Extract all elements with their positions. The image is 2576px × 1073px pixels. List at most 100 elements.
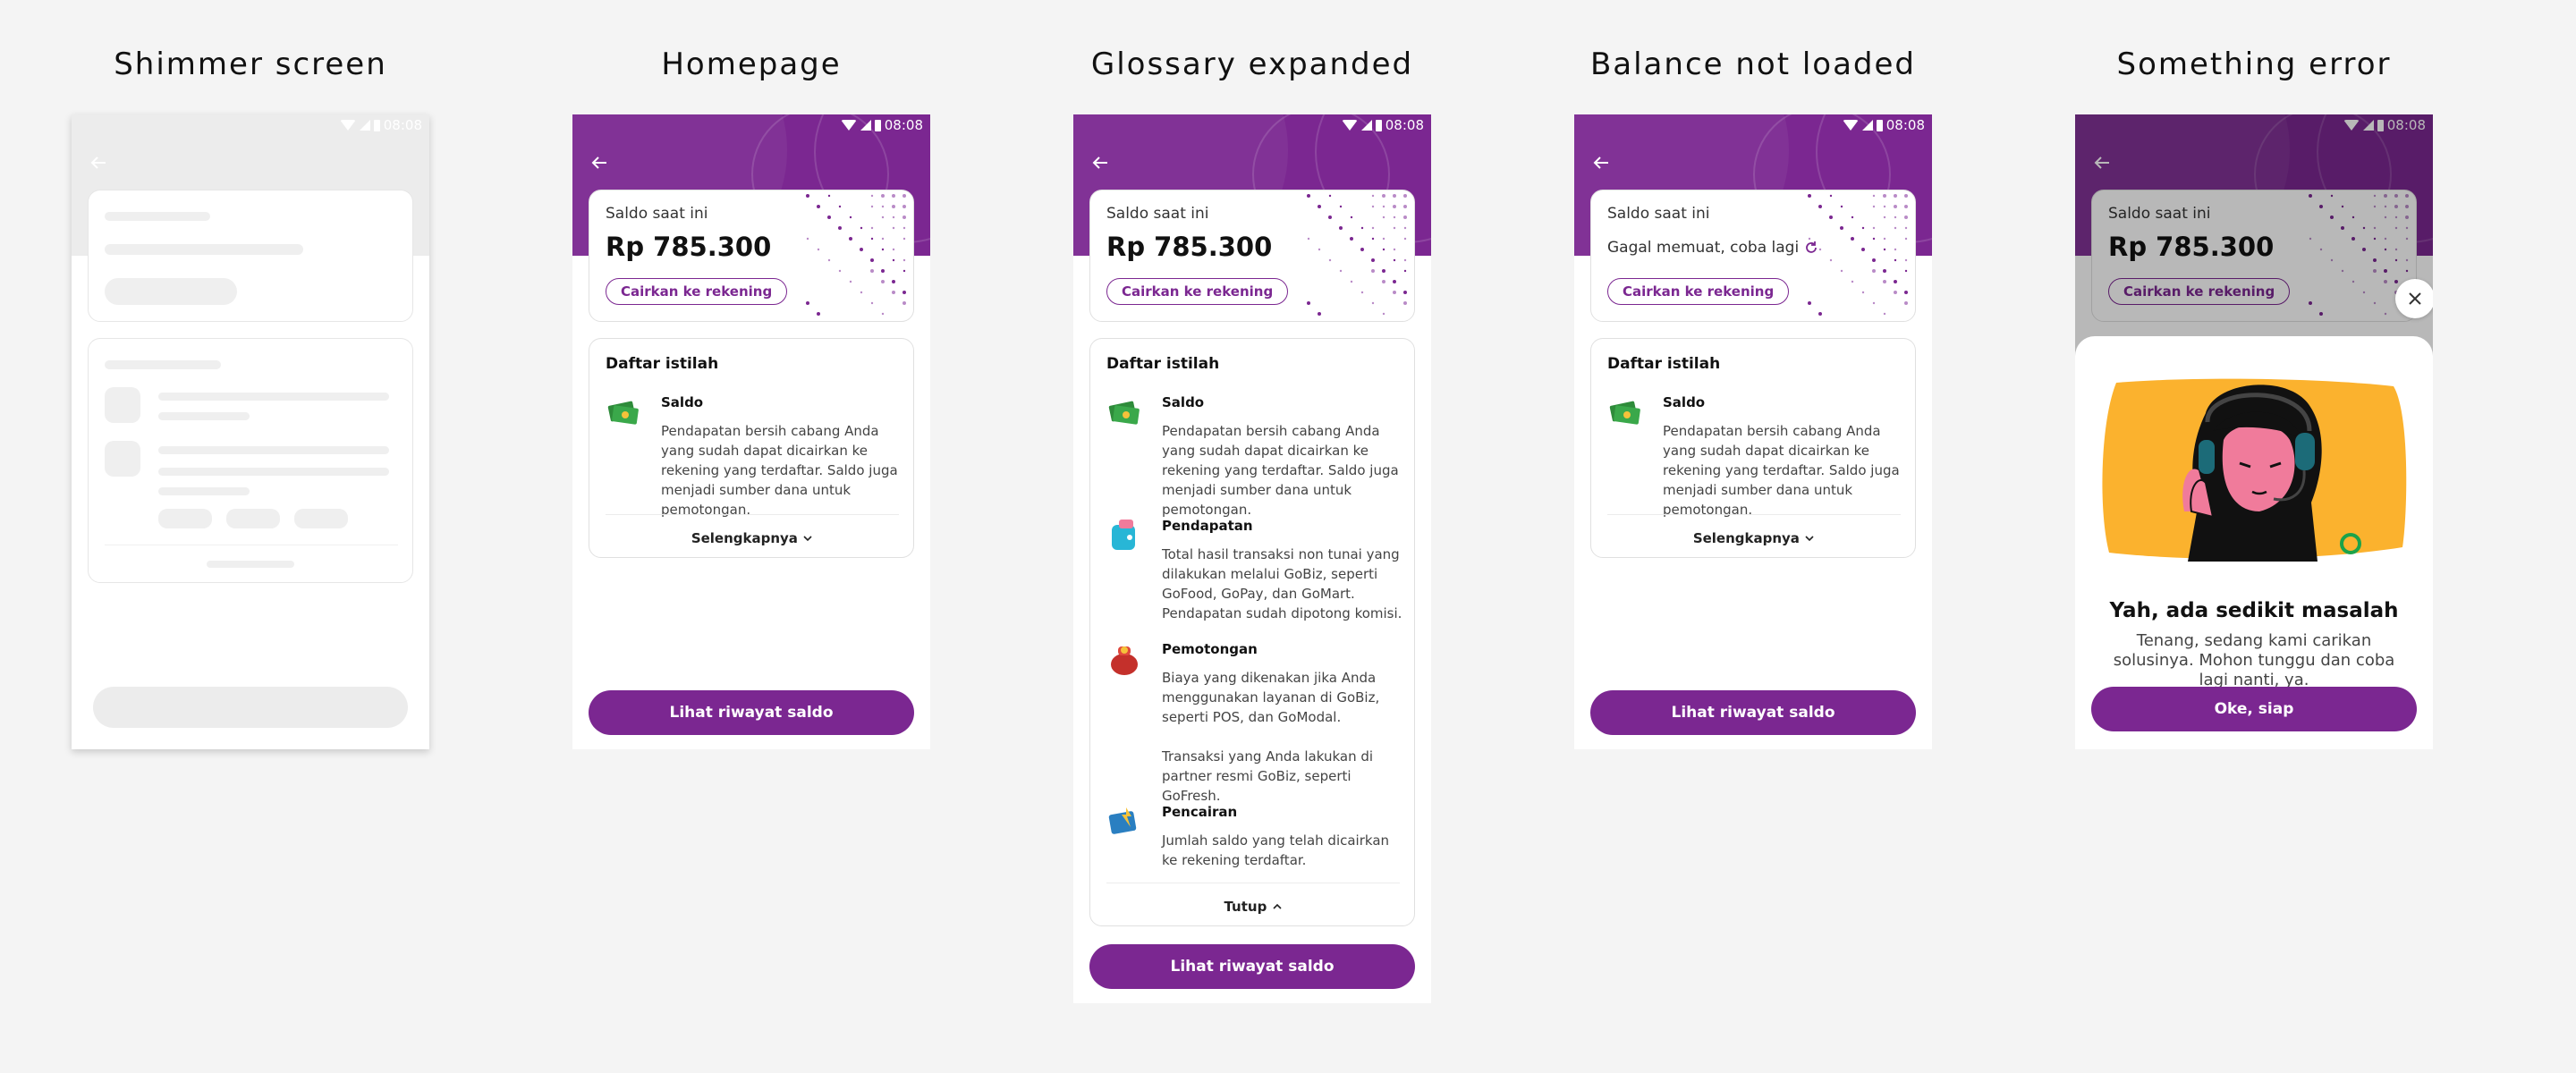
balance-history-button[interactable]: Lihat riwayat saldo xyxy=(1089,944,1415,989)
decor-dot xyxy=(817,205,820,208)
decor-dot xyxy=(1904,205,1908,208)
screen-title-homepage: Homepage xyxy=(661,46,842,82)
money-icon xyxy=(1609,401,1640,425)
divider xyxy=(1607,514,1901,515)
decor-dot xyxy=(849,215,852,219)
wifi-icon xyxy=(1842,120,1859,131)
screen-title-glossary: Glossary expanded xyxy=(1090,46,1414,82)
decor-dot xyxy=(1371,205,1375,208)
decor-dot xyxy=(870,226,874,230)
decor-dot xyxy=(1904,301,1908,305)
decor-dot xyxy=(1818,248,1822,251)
decor-dot xyxy=(1904,291,1908,294)
balance-history-button[interactable]: Lihat riwayat saldo xyxy=(1590,690,1916,735)
decor-dot xyxy=(1808,301,1811,305)
signal-icon xyxy=(860,120,871,131)
decor-dot xyxy=(1840,205,1843,208)
decor-dot xyxy=(849,237,852,241)
decor-dot xyxy=(1872,205,1876,208)
close-glossary-link[interactable]: Tutup xyxy=(1090,899,1416,915)
decor-dot xyxy=(1894,205,1897,208)
balance-amount: Rp 785.300 xyxy=(606,232,772,262)
decor-dot xyxy=(806,194,809,198)
skeleton-chip xyxy=(294,509,348,528)
glossary-title: Daftar istilah xyxy=(1607,355,1721,373)
glossary-item-desc: Jumlah saldo yang telah dicairkan ke rek… xyxy=(1162,832,1390,868)
signal-icon xyxy=(359,120,370,131)
skeleton-button xyxy=(105,278,237,305)
decor-dot xyxy=(1382,194,1385,198)
decor-dot xyxy=(1371,237,1375,241)
decor-dot xyxy=(881,280,885,283)
battery-icon xyxy=(373,119,380,131)
decor-dot xyxy=(1360,248,1364,251)
glossary-item-desc: Pendapatan bersih cabang Anda yang sudah… xyxy=(1663,423,1900,518)
refresh-icon[interactable] xyxy=(1804,241,1818,255)
decor-dot xyxy=(1350,237,1353,241)
decor-dot xyxy=(1894,258,1897,262)
decor-dot xyxy=(1840,269,1843,273)
decor-dot xyxy=(838,269,842,273)
back-arrow-icon[interactable] xyxy=(589,152,610,173)
decor-dot xyxy=(870,194,874,198)
decor-dot xyxy=(1307,194,1310,198)
decor-dot xyxy=(902,291,906,294)
glossary-card-skeleton xyxy=(88,338,413,583)
decor-dot xyxy=(1904,194,1908,198)
see-more-link[interactable]: Selengkapnya xyxy=(1591,530,1917,546)
skeleton-button xyxy=(93,687,408,728)
decor-dot xyxy=(1818,205,1822,208)
withdraw-button[interactable]: Cairkan ke rekening xyxy=(606,278,788,305)
decor-dot xyxy=(1403,237,1407,241)
wallet-icon xyxy=(1112,520,1135,550)
decor-dot xyxy=(1360,291,1364,294)
decor-dot xyxy=(1393,194,1396,198)
battery-icon xyxy=(874,119,881,131)
signal-icon xyxy=(1360,120,1372,131)
skeleton-line xyxy=(158,393,389,401)
money-icon xyxy=(607,401,639,425)
glossary-item-desc: Pendapatan bersih cabang Anda yang sudah… xyxy=(1162,423,1399,518)
balance-retry[interactable]: Gagal memuat, coba lagi xyxy=(1607,239,1818,257)
balance-history-button[interactable]: Lihat riwayat saldo xyxy=(589,690,914,735)
decor-dot xyxy=(902,258,906,262)
chevron-down-icon xyxy=(803,536,812,542)
decor-dot xyxy=(1851,237,1854,241)
ok-button[interactable]: Oke, siap xyxy=(2091,687,2417,731)
money-icon xyxy=(1108,401,1140,425)
decor-dot xyxy=(1393,280,1396,283)
see-more-link[interactable]: Selengkapnya xyxy=(589,530,915,546)
back-arrow-icon[interactable] xyxy=(1089,152,1111,173)
decor-dot xyxy=(1883,237,1886,241)
decor-dot xyxy=(1883,248,1886,251)
glossary-card: Daftar istilah Saldo Pendapatan bersih c… xyxy=(589,338,914,558)
decor-dot xyxy=(892,291,895,294)
decor-dot xyxy=(1403,215,1407,219)
decor-dot xyxy=(1861,226,1865,230)
withdraw-button[interactable]: Cairkan ke rekening xyxy=(1106,278,1289,305)
decor-dot xyxy=(881,312,885,316)
decor-dot xyxy=(838,205,842,208)
skeleton-line xyxy=(158,412,250,420)
decor-dot xyxy=(1829,215,1833,219)
error-screen: 08:08 Saldo saat ini Rp 785.300 Cairkan … xyxy=(2075,114,2433,749)
status-bar: 08:08 xyxy=(1341,116,1424,134)
decor-dot xyxy=(817,312,820,316)
decor-dot xyxy=(881,215,885,219)
divider xyxy=(606,514,899,515)
decor-dot xyxy=(881,194,885,198)
back-arrow-icon[interactable] xyxy=(1590,152,1612,173)
decor-dot xyxy=(1382,205,1385,208)
decor-dot xyxy=(881,248,885,251)
skeleton-icon xyxy=(105,387,140,423)
decor-dot xyxy=(1904,258,1908,262)
decor-dot xyxy=(1872,237,1876,241)
homepage-screen: 08:08 Saldo saat ini Rp 785.300 Cairkan … xyxy=(572,114,930,749)
decor-dot xyxy=(838,226,842,230)
close-button[interactable] xyxy=(2395,279,2433,318)
decor-dot xyxy=(1829,258,1833,262)
back-arrow-icon[interactable] xyxy=(88,152,109,173)
status-time: 08:08 xyxy=(884,117,923,133)
decor-dot xyxy=(1872,301,1876,305)
withdraw-button[interactable]: Cairkan ke rekening xyxy=(1607,278,1790,305)
